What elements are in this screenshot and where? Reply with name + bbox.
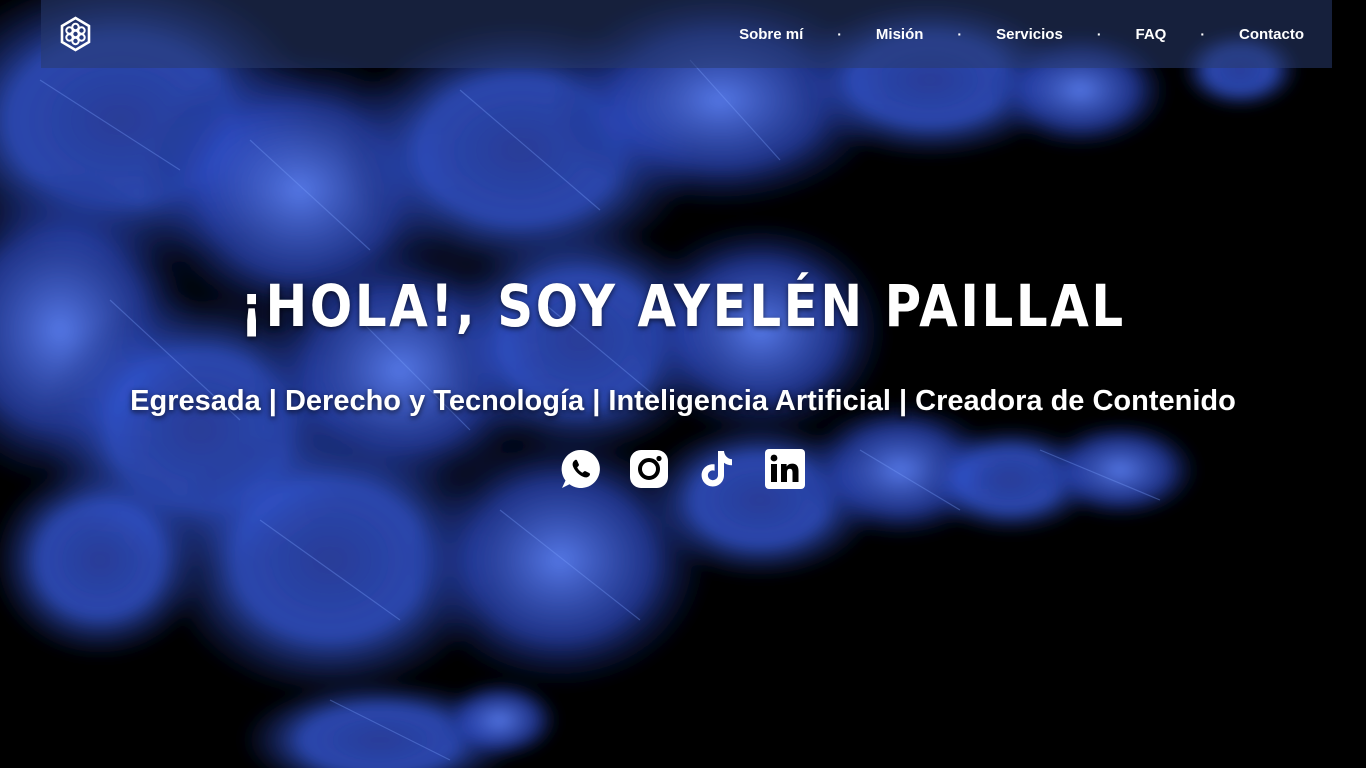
main-nav: Sobre mí · Misión · Servicios · FAQ · Co… bbox=[739, 0, 1304, 68]
tiktok-link[interactable] bbox=[696, 448, 738, 490]
social-links bbox=[0, 448, 1366, 490]
nav-link-contacto[interactable]: Contacto bbox=[1239, 26, 1304, 43]
hero-subtitle: Egresada | Derecho y Tecnología | Inteli… bbox=[130, 385, 1236, 417]
instagram-icon bbox=[630, 450, 668, 488]
nav-link-sobre-mi[interactable]: Sobre mí bbox=[739, 26, 803, 43]
linkedin-icon bbox=[765, 449, 805, 489]
nav-separator: · bbox=[1096, 26, 1102, 42]
nav-link-mision[interactable]: Misión bbox=[876, 26, 924, 43]
tiktok-icon bbox=[701, 451, 732, 487]
hero-section: Sobre mí · Misión · Servicios · FAQ · Co… bbox=[0, 0, 1366, 768]
hero-background-image bbox=[0, 0, 1366, 768]
whatsapp-link[interactable] bbox=[560, 448, 602, 490]
linkedin-link[interactable] bbox=[764, 448, 806, 490]
nav-link-servicios[interactable]: Servicios bbox=[996, 26, 1063, 43]
nav-separator: · bbox=[957, 26, 963, 42]
site-logo[interactable] bbox=[58, 16, 93, 52]
nav-link-faq[interactable]: FAQ bbox=[1135, 26, 1166, 43]
nav-separator: · bbox=[1200, 26, 1205, 42]
top-navbar: Sobre mí · Misión · Servicios · FAQ · Co… bbox=[41, 0, 1332, 68]
hexagon-flower-icon bbox=[60, 16, 91, 52]
instagram-link[interactable] bbox=[628, 448, 670, 490]
nav-separator: · bbox=[837, 26, 842, 42]
hero-title: ¡HOLA!, SOY AYELÉN PAILLAL bbox=[240, 272, 1126, 340]
whatsapp-icon bbox=[561, 449, 600, 488]
